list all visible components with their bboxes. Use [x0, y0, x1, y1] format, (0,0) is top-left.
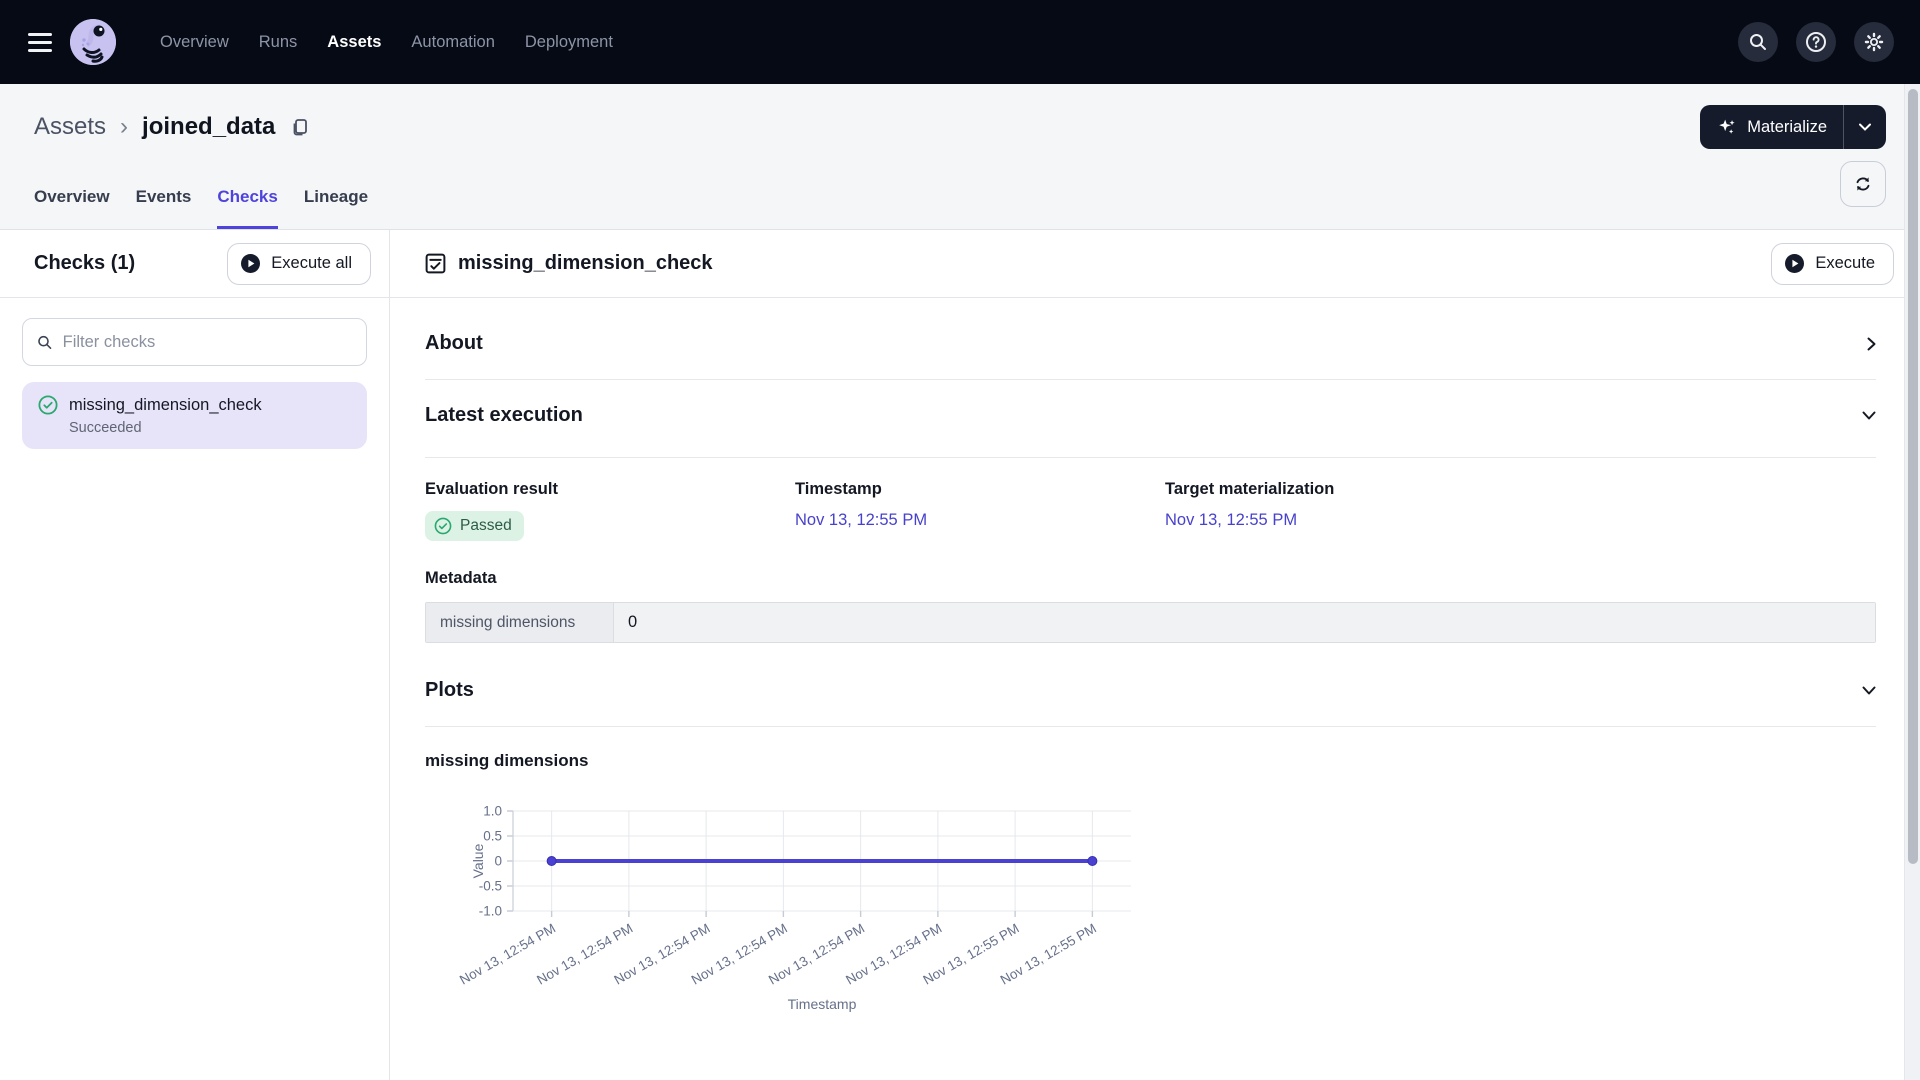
- search-button[interactable]: [1738, 22, 1778, 62]
- svg-text:Value: Value: [470, 843, 486, 878]
- scrollbar-thumb[interactable]: [1908, 89, 1918, 864]
- check-detail-title: missing_dimension_check: [458, 252, 713, 275]
- execute-all-label: Execute all: [271, 254, 352, 273]
- octopus-icon: [70, 19, 116, 65]
- passed-label: Passed: [460, 517, 512, 535]
- execute-button[interactable]: Execute: [1771, 243, 1894, 285]
- timestamp-link[interactable]: Nov 13, 12:55 PM: [795, 511, 927, 529]
- target-materialization-col: Target materialization Nov 13, 12:55 PM: [1165, 480, 1535, 541]
- sparkle-icon: [1716, 116, 1738, 138]
- chevron-down-icon[interactable]: [1862, 411, 1876, 420]
- svg-text:0: 0: [494, 854, 502, 869]
- breadcrumb-assets-link[interactable]: Assets: [34, 113, 106, 141]
- page-scrollbar[interactable]: [1904, 84, 1920, 1080]
- copy-button[interactable]: [289, 116, 311, 138]
- breadcrumb: Assets › joined_data Materialize: [0, 84, 1920, 170]
- plots-heading: Plots: [425, 679, 474, 702]
- settings-button[interactable]: [1854, 22, 1894, 62]
- nav-item-assets[interactable]: Assets: [327, 33, 381, 52]
- section-plots[interactable]: Plots: [425, 643, 1876, 727]
- settings-icon: [1863, 31, 1885, 53]
- breadcrumb-separator: ›: [120, 113, 128, 141]
- plot-svg: 1.00.50-0.5-1.0Nov 13, 12:54 PMNov 13, 1…: [425, 781, 1165, 1036]
- svg-text:Timestamp: Timestamp: [788, 996, 857, 1012]
- materialize-split-button: Materialize: [1700, 105, 1886, 149]
- dagster-logo[interactable]: [70, 19, 116, 65]
- chevron-down-icon: [1859, 123, 1871, 131]
- metadata-table: missing dimensions 0: [425, 602, 1876, 643]
- svg-text:1.0: 1.0: [483, 804, 502, 819]
- nav-item-deployment[interactable]: Deployment: [525, 33, 613, 52]
- menu-icon[interactable]: [28, 33, 52, 52]
- tab-overview[interactable]: Overview: [34, 170, 110, 229]
- evaluation-result-col: Evaluation result Passed: [425, 480, 795, 541]
- tab-lineage[interactable]: Lineage: [304, 170, 368, 229]
- target-materialization-link[interactable]: Nov 13, 12:55 PM: [1165, 511, 1297, 529]
- chevron-right-icon[interactable]: [1867, 337, 1876, 351]
- timestamp-label: Timestamp: [795, 480, 1165, 499]
- search-icon: [1748, 32, 1768, 52]
- svg-text:0.5: 0.5: [483, 829, 502, 844]
- nav-item-overview[interactable]: Overview: [160, 33, 229, 52]
- plot-title: missing dimensions: [425, 751, 1876, 771]
- tab-events[interactable]: Events: [136, 170, 192, 229]
- metadata-key: missing dimensions: [426, 603, 614, 642]
- tab-checks[interactable]: Checks: [217, 170, 277, 229]
- target-materialization-label: Target materialization: [1165, 480, 1535, 499]
- svg-text:-1.0: -1.0: [479, 904, 502, 919]
- timestamp-col: Timestamp Nov 13, 12:55 PM: [795, 480, 1165, 541]
- page-title: joined_data: [142, 113, 275, 141]
- chevron-down-icon[interactable]: [1862, 686, 1876, 695]
- nav-item-runs[interactable]: Runs: [259, 33, 298, 52]
- check-status: Succeeded: [69, 420, 351, 436]
- check-list-item[interactable]: missing_dimension_check Succeeded: [22, 382, 367, 449]
- play-icon: [240, 253, 261, 274]
- refresh-icon: [1853, 174, 1873, 194]
- section-latest-execution[interactable]: Latest execution: [425, 380, 1876, 458]
- checks-panel-title: Checks (1): [34, 252, 135, 275]
- play-icon: [1784, 253, 1805, 274]
- primary-nav: Overview Runs Assets Automation Deployme…: [160, 33, 613, 52]
- passed-check-icon: [434, 517, 452, 535]
- section-about[interactable]: About: [425, 298, 1876, 380]
- latest-execution-heading: Latest execution: [425, 404, 583, 427]
- asset-tabs: Overview Events Checks Lineage: [0, 170, 1920, 229]
- filter-checks-box: [22, 318, 367, 366]
- metadata-heading: Metadata: [425, 569, 1876, 588]
- page-header: Assets › joined_data Materialize: [0, 84, 1920, 230]
- asset-check-icon: [424, 252, 447, 275]
- execute-label: Execute: [1815, 254, 1875, 273]
- check-success-icon: [38, 395, 58, 415]
- copy-icon: [289, 116, 311, 138]
- top-nav: Overview Runs Assets Automation Deployme…: [0, 0, 1920, 84]
- evaluation-result-label: Evaluation result: [425, 480, 795, 499]
- help-button[interactable]: [1796, 22, 1836, 62]
- execute-all-button[interactable]: Execute all: [227, 243, 371, 285]
- about-heading: About: [425, 332, 483, 355]
- checks-sidebar: Checks (1) Execute all: [0, 230, 390, 1080]
- metadata-value: 0: [614, 603, 1875, 642]
- materialize-label: Materialize: [1747, 118, 1827, 137]
- refresh-button[interactable]: [1840, 161, 1886, 207]
- check-name: missing_dimension_check: [69, 396, 262, 415]
- nav-item-automation[interactable]: Automation: [411, 33, 494, 52]
- check-detail-panel: missing_dimension_check Execute About L: [390, 230, 1920, 1080]
- status-badge: Passed: [425, 511, 524, 541]
- filter-checks-input[interactable]: [63, 333, 352, 352]
- search-icon: [37, 334, 53, 351]
- help-icon: [1805, 31, 1827, 53]
- svg-text:-0.5: -0.5: [479, 879, 502, 894]
- materialize-button[interactable]: Materialize: [1700, 116, 1843, 138]
- materialize-dropdown-button[interactable]: [1844, 123, 1886, 131]
